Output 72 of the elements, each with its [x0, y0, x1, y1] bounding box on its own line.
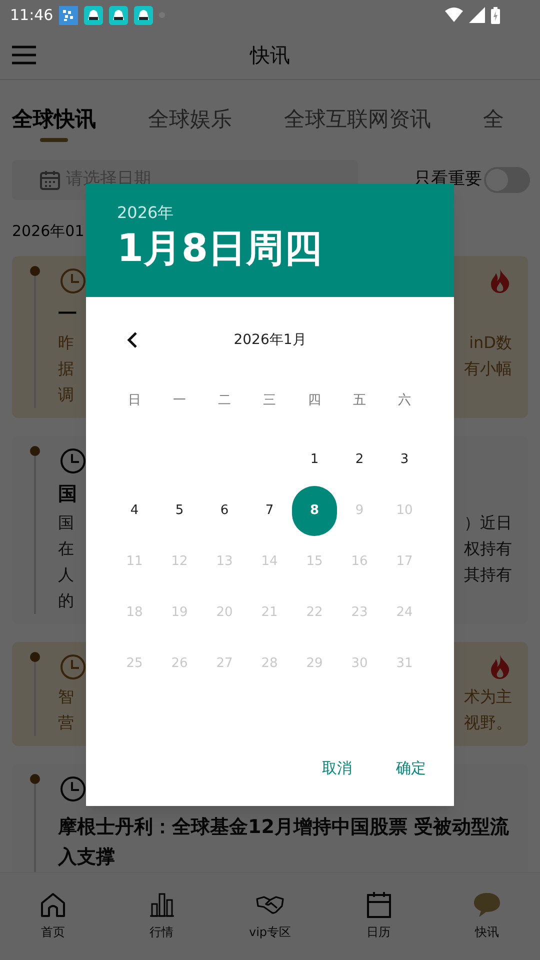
- clock-icon: [60, 448, 86, 474]
- news-text-fragment: ）近日: [464, 512, 512, 534]
- category-tab[interactable]: 全: [483, 104, 504, 136]
- tab-indicator: [40, 138, 68, 142]
- flame-icon: [490, 655, 510, 679]
- calendar-icon: [364, 891, 392, 919]
- news-title-fragment: 国: [58, 482, 77, 507]
- news-text-fragment: 有小幅: [464, 358, 512, 380]
- date-heading: 2026年01: [12, 220, 84, 242]
- app-notification-icon: [134, 6, 154, 24]
- calendar-day[interactable]: 6: [202, 486, 247, 536]
- month-label: 2026年1月: [234, 330, 306, 350]
- menu-icon[interactable]: [12, 44, 36, 64]
- previous-month-icon[interactable]: [126, 331, 138, 349]
- nav-tab[interactable]: 快讯: [442, 891, 532, 941]
- weekday-label: 六: [398, 392, 411, 410]
- news-text-fragment: 据: [58, 358, 75, 380]
- weekday-label: 五: [353, 392, 366, 410]
- nav-tab[interactable]: vip专区: [225, 891, 315, 941]
- news-text-fragment: 在: [58, 538, 75, 560]
- selected-date[interactable]: 1月8日周四: [117, 224, 454, 272]
- wifi-icon: [445, 7, 463, 23]
- weekday-label: 一: [173, 392, 186, 410]
- clock-icon: [60, 776, 86, 802]
- weekday-label: 二: [218, 392, 231, 410]
- status-time: 11:46: [10, 4, 54, 26]
- news-text-fragment: 国: [58, 512, 75, 534]
- app-notification-icon: [84, 6, 104, 24]
- bar-chart-icon: [148, 891, 176, 919]
- selected-year[interactable]: 2026年: [117, 202, 454, 224]
- news-text-fragment: inD数: [469, 332, 512, 354]
- news-text-fragment: 智: [58, 686, 74, 708]
- app-notification-icon: [59, 6, 78, 24]
- ok-button[interactable]: 确定: [380, 750, 442, 786]
- news-text-fragment: 昨: [58, 332, 75, 354]
- weekday-label: 四: [308, 392, 321, 410]
- page-title: 快讯: [250, 42, 290, 68]
- nav-tab[interactable]: 行情: [116, 891, 206, 941]
- weekday-label: 日: [128, 392, 141, 410]
- news-text-fragment: 其持有: [464, 564, 512, 586]
- home-icon: [39, 891, 67, 919]
- flame-icon: [490, 269, 510, 293]
- weekday-label: 三: [263, 392, 276, 410]
- news-text-fragment: 术为主: [464, 686, 512, 708]
- calendar-day[interactable]: 2: [337, 434, 382, 484]
- calendar-icon: [40, 170, 60, 190]
- calendar-day[interactable]: 7: [247, 486, 292, 536]
- calendar-day[interactable]: 5: [157, 486, 202, 536]
- category-tab[interactable]: 全球互联网资讯: [284, 104, 431, 136]
- battery-icon: [491, 6, 500, 24]
- news-text-fragment: 调: [58, 384, 75, 406]
- calendar-day[interactable]: 4: [112, 486, 157, 536]
- news-text-fragment: 权持有: [464, 538, 512, 560]
- app-notification-icon: [109, 6, 128, 24]
- category-tab[interactable]: 全球娱乐: [148, 104, 232, 136]
- calendar-day[interactable]: 3: [382, 434, 427, 484]
- signal-icon: [469, 7, 485, 23]
- clock-icon: [60, 654, 86, 680]
- news-title-fragment: 一: [58, 302, 77, 327]
- nav-tab[interactable]: 日历: [334, 891, 424, 941]
- news-text-fragment: 视野。: [464, 712, 512, 734]
- news-text-fragment: 人: [58, 564, 75, 586]
- chat-bubble-icon: [473, 891, 501, 919]
- news-text-fragment: 的: [58, 590, 75, 612]
- cancel-button[interactable]: 取消: [306, 750, 368, 786]
- calendar-day[interactable]: 8: [292, 486, 337, 536]
- category-tab[interactable]: 全球快讯: [12, 104, 96, 136]
- clock-icon: [60, 268, 86, 294]
- news-title: 摩根士丹利：全球基金12月增持中国股票 受被动型流入支撑: [58, 815, 510, 870]
- nav-tab[interactable]: 首页: [8, 891, 98, 941]
- news-text-fragment: 营: [58, 712, 74, 734]
- calendar-day[interactable]: 1: [292, 434, 337, 484]
